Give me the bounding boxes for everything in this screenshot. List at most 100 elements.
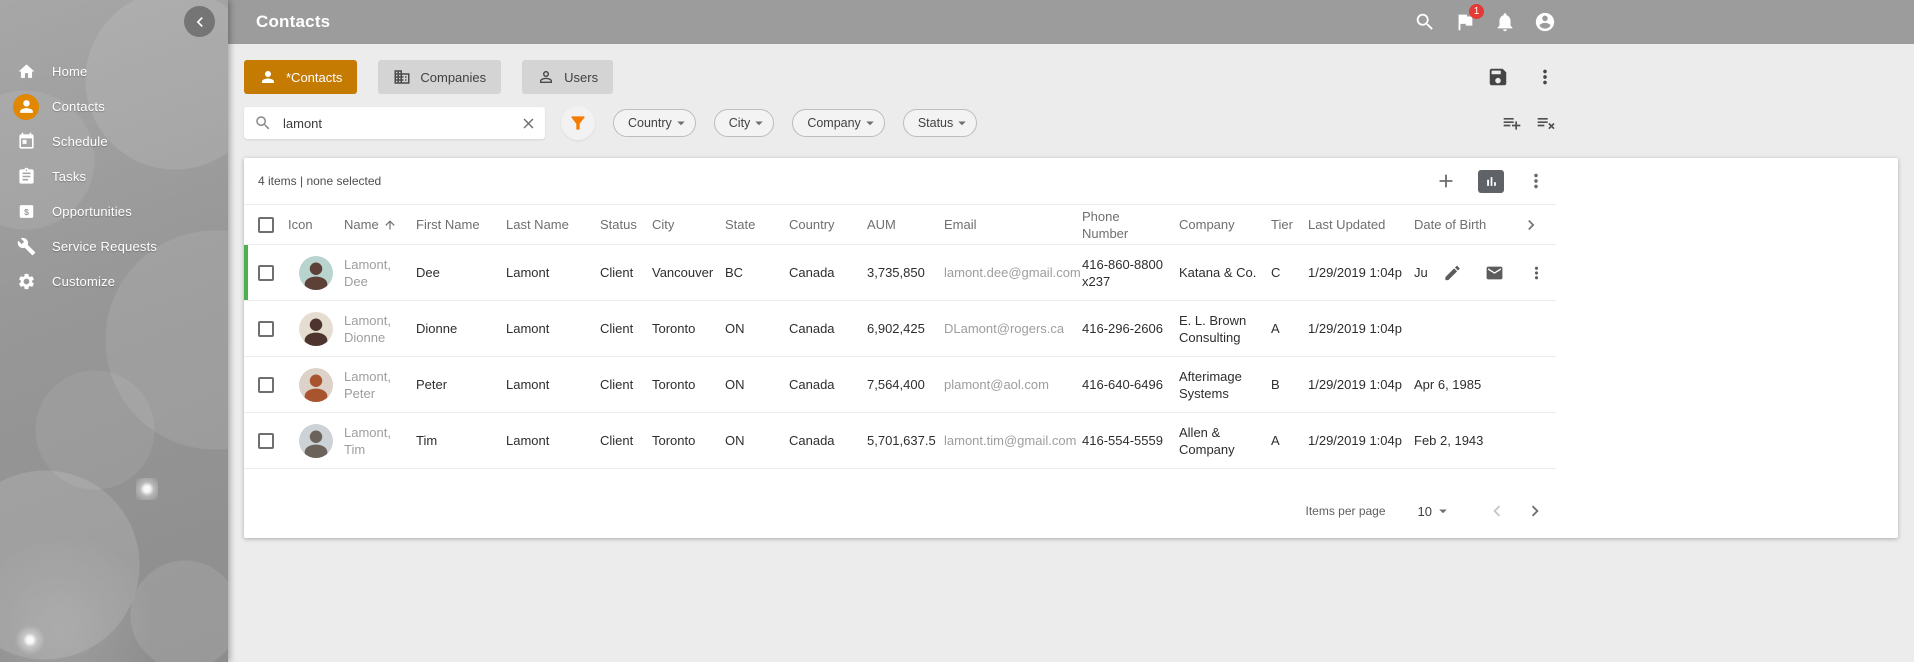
column-header-email[interactable]: Email [944,216,1082,233]
cell-country: Canada [789,264,867,281]
cell-first-name: Dionne [416,320,506,337]
sidebar-item-label: Schedule [52,134,108,149]
column-header-last-name[interactable]: Last Name [506,216,600,233]
row-actions [1443,263,1546,282]
column-header-icon[interactable]: Icon [288,216,344,233]
more-vertical-icon[interactable] [1534,66,1556,88]
tab-contacts[interactable]: *Contacts [244,60,357,94]
cell-name: Lamont, Tim [344,424,416,458]
column-header-state[interactable]: State [725,216,789,233]
toolbar-actions [1487,60,1556,94]
save-icon[interactable] [1487,66,1509,88]
cell-name: Lamont, Dionne [344,312,416,346]
sidebar-item-label: Customize [52,274,115,289]
entity-tabs-row: *Contacts Companies Users [244,60,1898,94]
sidebar-item-opportunities[interactable]: $Opportunities [0,194,228,229]
cell-city: Vancouver [652,264,725,281]
contacts-list-card: 4 items | none selected IconNameFirst Na… [244,158,1898,538]
column-header-country[interactable]: Country [789,216,867,233]
sidebar-collapse-button[interactable] [184,6,215,37]
cell-tier: C [1271,264,1308,281]
column-header-aum[interactable]: AUM [867,216,944,233]
column-header-tier[interactable]: Tier [1271,216,1308,233]
column-header-first-name[interactable]: First Name [416,216,506,233]
table-row[interactable]: Lamont, PeterPeterLamontClientTorontoONC… [244,357,1556,413]
page-size-value: 10 [1418,504,1432,519]
page-size-select[interactable]: 10 [1412,501,1458,521]
contacts-table: IconNameFirst NameLast NameStatusCitySta… [244,205,1556,469]
list-summary-row: 4 items | none selected [244,158,1556,205]
row-checkbox[interactable] [258,377,274,393]
column-header-company[interactable]: Company [1179,216,1271,233]
cell-first-name: Dee [416,264,506,281]
sidebar-item-home[interactable]: Home [0,54,228,89]
table-row[interactable]: Lamont, DeeDeeLamontClientVancouverBCCan… [244,245,1556,301]
search-box [244,107,545,139]
cell-aum: 6,902,425 [867,320,944,337]
playlist-add-icon[interactable] [1502,113,1522,133]
add-icon[interactable] [1435,170,1457,192]
avatar [299,424,333,458]
tab-label: Companies [420,70,486,85]
cell-company: E. L. Brown Consulting [1179,312,1271,346]
sidebar-item-contacts[interactable]: Contacts [0,89,228,124]
building-icon [393,68,411,86]
next-page-icon[interactable] [1524,500,1546,522]
table-row[interactable]: Lamont, TimTimLamontClientTorontoONCanad… [244,413,1556,469]
playlist-remove-icon[interactable] [1536,113,1556,133]
email-icon[interactable] [1485,263,1504,282]
tab-companies[interactable]: Companies [378,60,501,94]
row-checkbox[interactable] [258,321,274,337]
account-circle-icon[interactable] [1534,11,1556,33]
scroll-columns-right-icon[interactable] [1521,215,1541,235]
row-avatar-cell [288,256,344,290]
table-body: Lamont, DeeDeeLamontClientVancouverBCCan… [244,245,1556,469]
select-all-checkbox[interactable] [258,217,274,233]
more-vertical-icon[interactable] [1527,263,1546,282]
chip-label: Company [807,116,861,130]
cell-email: DLamont@rogers.ca [944,320,1082,337]
sidebar-item-tasks[interactable]: Tasks [0,159,228,194]
edit-icon[interactable] [1443,263,1462,282]
cell-tier: B [1271,376,1308,393]
filter-chip-company[interactable]: Company [792,109,885,137]
column-header-date-of-birth[interactable]: Date of Birth [1414,216,1506,233]
row-checkbox[interactable] [258,265,274,281]
sidebar-item-service-requests[interactable]: Service Requests [0,229,228,264]
clear-search-icon[interactable] [520,115,537,132]
sidebar-nav: HomeContacts Schedule Tasks$OpportunitiesS… [0,0,228,299]
table-row[interactable]: Lamont, DionneDionneLamontClientTorontoO… [244,301,1556,357]
search-input[interactable] [281,115,520,132]
row-avatar-cell [288,312,344,346]
avatar [299,256,333,290]
column-header-city[interactable]: City [652,216,725,233]
column-header-name[interactable]: Name [344,216,416,233]
chart-view-icon[interactable] [1478,170,1504,193]
more-vertical-icon[interactable] [1525,170,1547,192]
filter-chip-city[interactable]: City [714,109,775,137]
filter-chip-status[interactable]: Status [903,109,977,137]
row-checkbox[interactable] [258,433,274,449]
bell-icon[interactable] [1494,11,1516,33]
filter-funnel-icon[interactable] [561,106,595,140]
sidebar-item-customize[interactable]: Customize [0,264,228,299]
row-checkbox-cell [244,433,288,449]
cell-aum: 7,564,400 [867,376,944,393]
column-header-phone-number[interactable]: Phone Number [1082,208,1179,242]
search-icon[interactable] [1414,11,1436,33]
pagination-chevrons [1486,500,1546,522]
cell-state: ON [725,432,789,449]
home-icon [13,59,39,85]
filter-chip-country[interactable]: Country [613,109,696,137]
cell-country: Canada [789,320,867,337]
sparkle-decoration [136,478,158,500]
column-header-last-updated[interactable]: Last Updated [1308,216,1414,233]
sidebar-item-schedule[interactable]: Schedule [0,124,228,159]
column-header-status[interactable]: Status [600,216,652,233]
previous-page-icon[interactable] [1486,500,1508,522]
flag-badge: 1 [1469,4,1484,19]
cell-first-name: Peter [416,376,506,393]
cell-email: plamont@aol.com [944,376,1082,393]
tab-users[interactable]: Users [522,60,613,94]
cell-last-updated: 1/29/2019 1:04p [1308,376,1414,393]
